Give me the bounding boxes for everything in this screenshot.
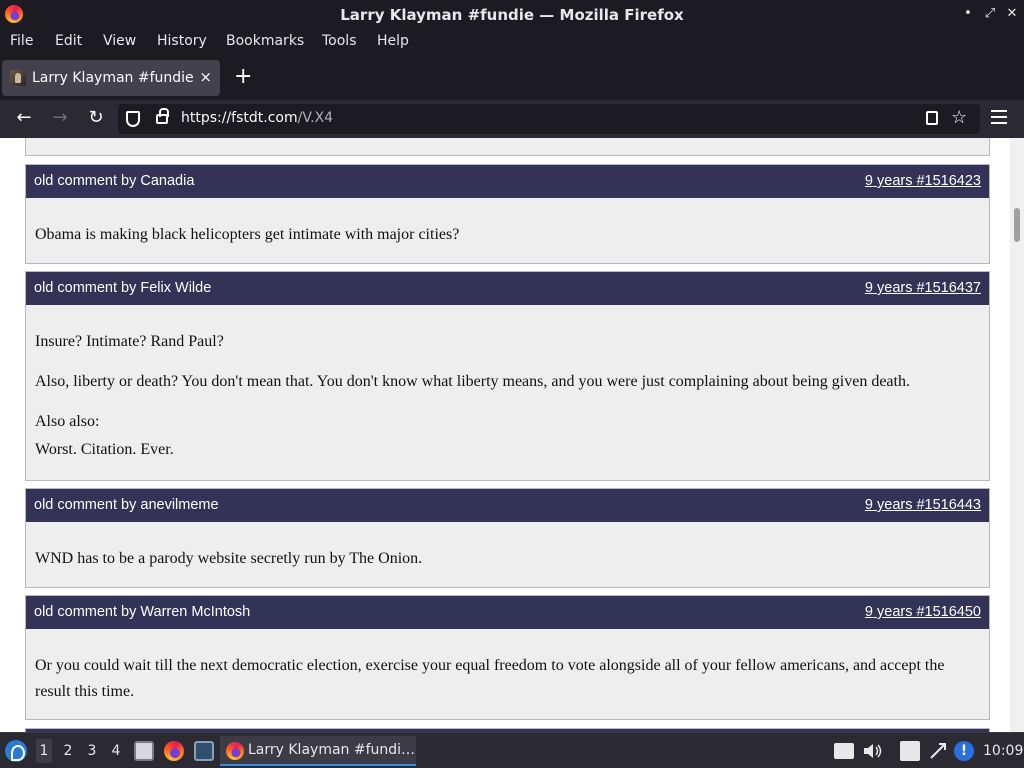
menu-file[interactable]: File [10,33,33,49]
tab-strip: Larry Klayman #fundie × + [0,56,1024,100]
comment-paragraph: Insure? Intimate? Rand Paul? [35,333,224,350]
tracking-protection-shield-icon[interactable] [126,111,140,127]
workspace-3[interactable]: 3 [84,743,100,759]
minimize-button[interactable]: • [961,6,975,21]
maximize-button[interactable]: ⤢ [983,6,997,21]
menu-history[interactable]: History [157,33,207,49]
clipboard-icon[interactable] [900,741,920,761]
window-titlebar: Larry Klayman #fundie — Mozilla Firefox … [0,0,1024,30]
volume-icon[interactable] [862,741,882,761]
menu-bookmarks[interactable]: Bookmarks [226,33,304,49]
close-window-button[interactable]: ✕ [1005,6,1019,21]
notes-tray-icon[interactable] [834,743,854,759]
comment-author: old comment by anevilmeme [34,497,219,513]
update-notification-icon[interactable]: ! [954,741,974,761]
comment-paragraph: Or you could wait till the next democrat… [35,657,945,700]
menu-bar: File Edit View History Bookmarks Tools H… [0,30,1024,56]
reader-view-icon[interactable] [926,111,938,125]
comment-permalink[interactable]: 9 years #1516437 [865,280,981,296]
comment-paragraph: Also, liberty or death? You don't mean t… [35,373,910,390]
comment-paragraph: Worst. Citation. Ever. [35,441,174,458]
reload-button[interactable]: ↻ [84,107,108,128]
tab-close-icon[interactable]: × [199,68,212,86]
comment-card: old comment by Warren McIntosh 9 years #… [25,595,990,720]
comment-body: Insure? Intimate? Rand Paul? Also, liber… [26,305,989,463]
taskbar-window-firefox[interactable]: Larry Klayman #fundi… [220,736,416,766]
url-path: /V.X4 [297,110,334,126]
start-menu-icon[interactable] [5,740,27,762]
url-bar[interactable]: https://fstdt.com/V.X4 ☆ [118,104,980,134]
comment-card: old comment by Felix Wilde 9 years #1516… [25,271,990,481]
page-content: old comment by Canadia 9 years #1516423 … [0,138,1024,732]
comment-card: old comment by anevilmeme 9 years #15164… [25,488,990,588]
comment-permalink[interactable]: 9 years #1516443 [865,497,981,513]
comment-card: old comment by Canadia 9 years #1516423 … [25,164,990,264]
comment-author: old comment by Warren McIntosh [34,604,251,620]
menu-help[interactable]: Help [377,33,409,49]
clock: 10:09 [983,743,1024,759]
network-icon[interactable] [928,741,948,761]
url-text[interactable]: https://fstdt.com/V.X4 [181,110,333,126]
new-tab-button[interactable]: + [234,64,252,89]
comment-header: old comment by anevilmeme 9 years #15164… [26,489,989,522]
url-host: https://fstdt.com [181,110,298,126]
tab-label: Larry Klayman #fundie [32,70,194,86]
taskbar: 1 2 3 4 Larry Klayman #fundi… ! 10:09 [0,732,1024,768]
firefox-icon [226,742,244,760]
comment-header: old comment by Felix Wilde 9 years #1516… [26,272,989,305]
lock-icon[interactable] [156,108,169,124]
navigation-toolbar: ← → ↻ https://fstdt.com/V.X4 ☆ [0,100,1024,138]
window-title: Larry Klayman #fundie — Mozilla Firefox [340,6,684,24]
menu-tools[interactable]: Tools [322,33,357,49]
taskbar-window-label: Larry Klayman #fundi… [248,742,416,758]
bookmark-star-icon[interactable]: ☆ [951,107,967,128]
forward-button[interactable]: → [48,107,72,128]
comment-body: Obama is making black helicopters get in… [26,198,989,248]
menu-edit[interactable]: Edit [55,33,82,49]
comment-header: old comment by Warren McIntosh 9 years #… [26,596,989,629]
page-scrollbar[interactable] [1010,138,1024,732]
workspace-1[interactable]: 1 [36,739,52,763]
app-menu-icon[interactable] [991,110,1007,128]
scrollbar-thumb[interactable] [1014,208,1020,242]
comment-body: WND has to be a parody website secretly … [26,522,989,572]
workspace-2[interactable]: 2 [60,743,76,759]
comment-paragraph: Obama is making black helicopters get in… [35,226,460,243]
comment-permalink[interactable]: 9 years #1516423 [865,173,981,189]
comment-paragraph: WND has to be a parody website secretly … [35,550,423,567]
workspace-4[interactable]: 4 [108,743,124,759]
back-button[interactable]: ← [12,107,36,128]
comment-author: old comment by Felix Wilde [34,280,212,296]
tab-active[interactable]: Larry Klayman #fundie × [2,60,220,96]
site-favicon-icon [10,70,26,86]
menu-view[interactable]: View [103,33,136,49]
firefox-launcher-icon[interactable] [164,741,184,761]
comment-header: old comment by Canadia 9 years #1516423 [26,165,989,198]
comment-author: old comment by Canadia [34,173,195,189]
file-manager-icon[interactable] [134,741,154,761]
comment-permalink[interactable]: 9 years #1516450 [865,604,981,620]
comment-paragraph: Also also: [35,413,100,430]
comment-body: Or you could wait till the next democrat… [26,629,989,705]
terminal-icon[interactable] [194,741,214,761]
comment-card-previous [25,138,990,156]
